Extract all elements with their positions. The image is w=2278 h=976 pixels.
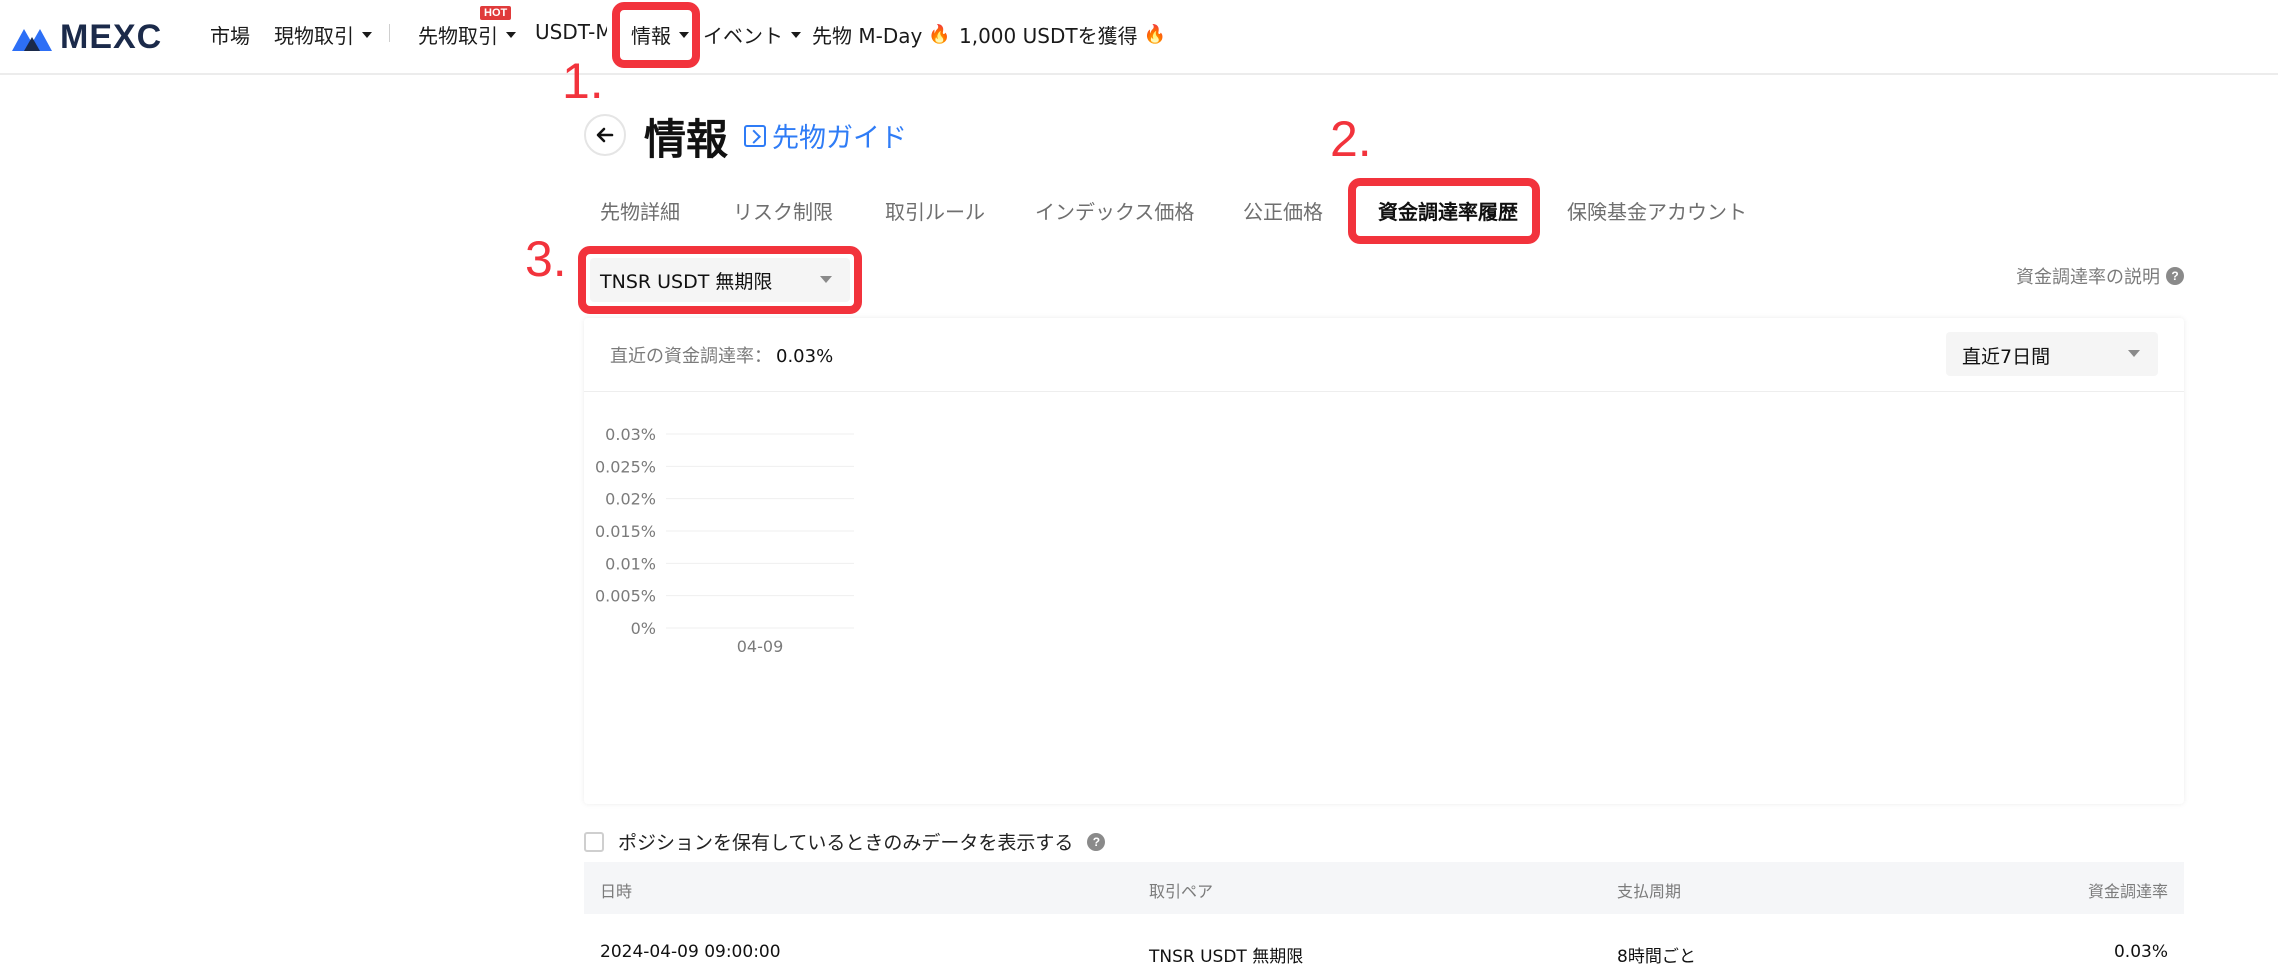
- hot-badge: HOT: [480, 6, 512, 20]
- position-filter-label: ポジションを保有しているときのみデータを表示する: [618, 832, 1074, 854]
- position-filter[interactable]: ポジションを保有しているときのみデータを表示する ?: [584, 828, 1106, 855]
- tab-trading-rules[interactable]: 取引ルール: [885, 196, 985, 225]
- mexc-logo-icon: [12, 28, 52, 51]
- nav-label: 現物取引: [274, 24, 354, 48]
- cell-time: 2024-04-09 09:00:00: [600, 942, 781, 962]
- nav-label: USDT-M: [535, 20, 607, 44]
- nav-divider: [389, 24, 390, 42]
- y-tick-label: 0.025%: [595, 457, 656, 476]
- y-tick-label: 0.015%: [595, 522, 656, 541]
- y-tick-label: 0.01%: [605, 554, 656, 573]
- caret-down-icon: [362, 31, 372, 38]
- page-title: 情報: [644, 115, 729, 164]
- latest-funding-rate: 直近の資金調達率： 0.03%: [610, 342, 833, 368]
- y-tick-label: 0%: [631, 619, 656, 638]
- fire-icon: 🔥: [1143, 24, 1166, 45]
- funding-rate-chart-panel: 直近の資金調達率： 0.03% 直近7日間 0.03% 0.025% 0.02% 0.0…: [584, 318, 2184, 804]
- symbol-select[interactable]: TNSR USDT 無期限: [590, 258, 850, 302]
- x-tick-label: 04-09: [737, 637, 784, 656]
- question-icon: ?: [2166, 267, 2184, 285]
- caret-down-icon: [820, 276, 832, 283]
- annotation-step-2: 2.: [1330, 111, 1372, 167]
- nav-label: 1,000 USDTを獲得: [959, 24, 1138, 48]
- fire-icon: 🔥: [928, 24, 951, 45]
- nav-label: イベント: [703, 24, 783, 48]
- nav-item-events[interactable]: イベント: [703, 20, 801, 49]
- question-icon: ?: [1087, 832, 1106, 851]
- tab-insurance-fund[interactable]: 保険基金アカウント: [1567, 196, 1747, 225]
- y-tick-label: 0.03%: [605, 425, 656, 444]
- caret-down-icon: [679, 31, 689, 38]
- cell-rate: 0.03%: [2113, 942, 2168, 962]
- panel-header: 直近の資金調達率： 0.03% 直近7日間: [584, 318, 2184, 392]
- guide-link-label: 先物ガイド: [772, 123, 907, 154]
- column-header-interval: 支払周期: [1617, 882, 1682, 901]
- nav-label: 先物 M-Day: [812, 24, 923, 48]
- nav-item-futures[interactable]: 先物取引: [418, 20, 516, 49]
- column-header-rate: 資金調達率: [2087, 882, 2168, 901]
- nav-label: 市場: [210, 24, 250, 48]
- nav-label: 情報: [631, 24, 671, 48]
- symbol-select-value: TNSR USDT 無期限: [600, 270, 773, 293]
- caret-down-icon: [791, 31, 801, 38]
- cell-interval: 8時間ごと: [1617, 947, 1696, 967]
- caret-down-icon: [506, 31, 516, 38]
- tab-fair-price[interactable]: 公正価格: [1243, 196, 1323, 225]
- nav-item-usdt-m[interactable]: USDT-M: [535, 20, 607, 44]
- futures-guide-link[interactable]: 先物ガイド: [744, 116, 907, 155]
- column-header-time: 日時: [600, 882, 633, 901]
- brand-name: MEXC: [60, 18, 163, 56]
- table-row: 2024-04-09 09:00:00 TNSR USDT 無期限 8時間ごと …: [584, 930, 2184, 976]
- tab-index-price[interactable]: インデックス価格: [1035, 196, 1194, 225]
- y-tick-label: 0.005%: [595, 587, 656, 606]
- top-nav: MEXC 市場 現物取引 先物取引 HOT USDT-M 情報 イベント 先物 …: [0, 0, 2278, 75]
- explanation-label: 資金調達率の説明: [2016, 267, 2160, 288]
- y-tick-label: 0.02%: [605, 490, 656, 509]
- annotation-step-1: 1.: [562, 53, 604, 109]
- cell-pair: TNSR USDT 無期限: [1149, 947, 1304, 967]
- nav-item-info[interactable]: 情報: [631, 20, 689, 49]
- tab-contract-details[interactable]: 先物詳細: [600, 196, 680, 225]
- annotation-step-3: 3.: [525, 231, 567, 287]
- latest-funding-rate-value: 0.03%: [776, 346, 834, 367]
- tab-funding-rate-history[interactable]: 資金調達率履歴: [1378, 196, 1518, 225]
- column-header-pair: 取引ペア: [1149, 882, 1214, 901]
- chart-bar[interactable]: [759, 434, 761, 628]
- table-header: 日時 取引ペア 支払周期 資金調達率: [584, 862, 2184, 914]
- position-only-checkbox[interactable]: [584, 831, 604, 852]
- caret-down-icon: [2128, 350, 2140, 357]
- back-button[interactable]: [584, 114, 626, 156]
- period-select[interactable]: 直近7日間: [1946, 332, 2158, 376]
- external-link-icon: [744, 124, 766, 147]
- nav-item-reward[interactable]: 1,000 USDTを獲得 🔥: [959, 20, 1166, 49]
- nav-label: 先物取引: [418, 24, 498, 48]
- nav-item-market[interactable]: 市場: [210, 20, 250, 49]
- tab-risk-limit[interactable]: リスク制限: [733, 196, 833, 225]
- arrow-left-icon: [596, 127, 614, 143]
- funding-rate-chart: 0.03% 0.025% 0.02% 0.015% 0.01% 0.005% 0% 04-09: [595, 425, 854, 656]
- latest-funding-rate-label: 直近の資金調達率：: [610, 346, 772, 367]
- nav-item-spot[interactable]: 現物取引: [274, 20, 372, 49]
- nav-item-mday[interactable]: 先物 M-Day 🔥: [812, 20, 951, 49]
- period-select-value: 直近7日間: [1962, 346, 2051, 368]
- mexc-logo[interactable]: MEXC: [10, 18, 162, 57]
- funding-rate-explanation-link[interactable]: 資金調達率の説明 ?: [2016, 263, 2184, 289]
